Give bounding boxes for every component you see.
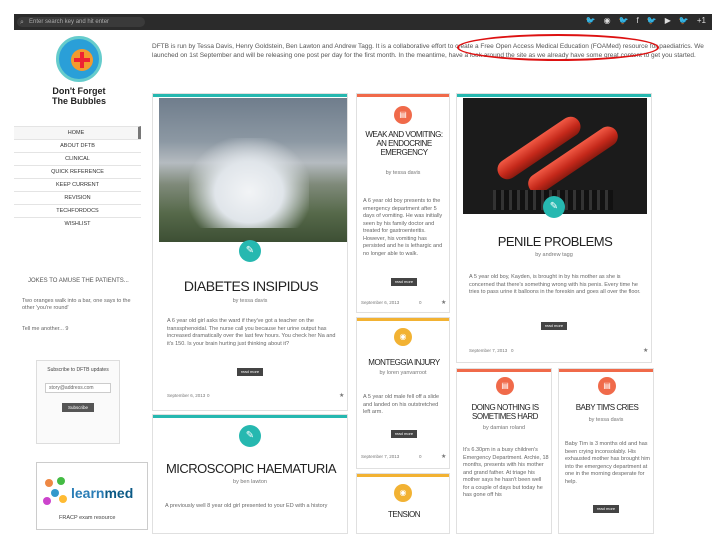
main-nav: HOME ABOUT DFTB CLINICAL QUICK REFERENCE… — [14, 126, 141, 230]
post-excerpt: A 6 year old boy presents to the emergen… — [363, 198, 443, 257]
document-icon: ▤ — [496, 377, 514, 395]
read-more-button[interactable]: read more — [237, 368, 263, 376]
post-card-penile[interactable]: ✎ PENILE PROBLEMS by andrew tagg A 5 yea… — [456, 93, 652, 363]
post-date: September 6, 2013 — [167, 393, 206, 398]
comment-count[interactable]: 0 — [419, 300, 422, 305]
post-card-weak-vomiting[interactable]: ▤ WEAK AND VOMITING: AN ENDOCRINE EMERGE… — [356, 93, 450, 313]
image-icon: ◉ — [394, 484, 412, 502]
learnmed-logo-a: learn — [71, 485, 105, 501]
joke-more-link[interactable]: Tell me another... 9 — [22, 326, 68, 332]
post-excerpt: A previously well 8 year old girl presen… — [165, 503, 328, 509]
post-excerpt: Baby Tim is 3 months old and has been cr… — [565, 441, 650, 485]
google-plus-icon[interactable]: +1 — [697, 16, 706, 25]
nav-item-home[interactable]: HOME — [14, 126, 141, 139]
learnmed-subtitle: FRACP exam resource — [59, 515, 116, 521]
learnmed-logo-b: med — [104, 485, 134, 501]
star-icon[interactable]: ★ — [643, 347, 648, 354]
logo-line1: Don't Forget — [52, 86, 106, 96]
subscribe-heading: Subscribe to DFTB updates — [47, 367, 109, 373]
post-author[interactable]: by andrew tagg — [457, 252, 651, 258]
twitter-icon[interactable]: 🐦 — [586, 16, 596, 25]
link-icon: ✎ — [239, 240, 261, 262]
twitter-icon[interactable]: 🐦 — [679, 16, 689, 25]
subscribe-box: Subscribe to DFTB updates story@address.… — [36, 360, 120, 444]
logo-icon[interactable] — [56, 36, 102, 82]
highlight-oval — [457, 34, 659, 61]
read-more-button[interactable]: read more — [391, 278, 417, 286]
link-icon: ✎ — [543, 196, 565, 218]
post-title[interactable]: PENILE PROBLEMS — [457, 234, 653, 249]
nav-item-keep-current[interactable]: KEEP CURRENT — [14, 178, 141, 191]
comment-count[interactable]: 0 — [511, 348, 514, 353]
email-field[interactable]: story@address.com — [45, 383, 111, 393]
post-excerpt: A 6 year old girl asks the ward if they'… — [167, 318, 336, 347]
search-placeholder: Enter search key and hit enter — [29, 19, 110, 25]
star-icon[interactable]: ★ — [339, 392, 344, 399]
post-card-baby-tim[interactable]: ▤ BABY TIM'S CRIES by tessa davis Baby T… — [558, 368, 654, 534]
comment-count[interactable]: 0 — [419, 454, 422, 459]
joke-text: Two oranges walk into a bar, one says to… — [22, 298, 131, 311]
post-excerpt: A 5 year old male fell off a slide and l… — [363, 394, 440, 415]
post-date: September 7, 2013 — [361, 454, 400, 459]
post-card-monteggia[interactable]: ◉ MONTEGGIA INJURY by loren yanvarroot A… — [356, 317, 450, 469]
star-icon[interactable]: ★ — [441, 299, 446, 306]
nav-item-about[interactable]: ABOUT DFTB — [14, 139, 141, 152]
top-bar: ⌕ Enter search key and hit enter 🐦 ◉ 🐦 f … — [14, 14, 712, 30]
post-author[interactable]: by tessa davis — [153, 298, 347, 304]
document-icon: ▤ — [598, 377, 616, 395]
post-date: September 6, 2013 — [361, 300, 400, 305]
image-icon: ◉ — [394, 328, 412, 346]
read-more-button[interactable]: read more — [391, 430, 417, 438]
nav-item-wishlist[interactable]: WISHLIST — [14, 217, 141, 230]
post-title[interactable]: WEAK AND VOMITING: AN ENDOCRINE EMERGENC… — [361, 130, 447, 157]
twitter-icon[interactable]: 🐦 — [619, 16, 629, 25]
post-title[interactable]: DOING NOTHING IS SOMETIMES HARD — [459, 403, 551, 421]
post-card-tension[interactable]: ◉ TENSION — [356, 473, 450, 534]
post-title[interactable]: DIABETES INSIPIDUS — [153, 278, 349, 294]
waterfall-image — [159, 98, 347, 242]
read-more-button[interactable]: read more — [541, 322, 567, 330]
nav-item-revision[interactable]: REVISION — [14, 191, 141, 204]
social-links: 🐦 ◉ 🐦 f 🐦 ▶ 🐦 +1 — [586, 16, 706, 25]
learnmed-logo-icon — [43, 477, 71, 507]
post-title[interactable]: BABY TIM'S CRIES — [561, 403, 653, 412]
learnmed-logo-text: learnmed — [71, 485, 133, 501]
logo-line2: The Bubbles — [51, 96, 106, 106]
post-card-doing-nothing[interactable]: ▤ DOING NOTHING IS SOMETIMES HARD by dam… — [456, 368, 552, 534]
comment-count[interactable]: 0 — [207, 393, 210, 398]
post-card-diabetes[interactable]: ✎ DIABETES INSIPIDUS by tessa davis A 6 … — [152, 93, 348, 411]
youtube-icon[interactable]: ▶ — [665, 16, 671, 25]
post-excerpt: It's 6.30pm in a busy children's Emergen… — [463, 447, 549, 498]
post-title[interactable]: MONTEGGIA INJURY — [357, 358, 451, 367]
nav-item-clinical[interactable]: CLINICAL — [14, 152, 141, 165]
subscribe-button[interactable]: Subscribe — [62, 403, 94, 412]
post-author[interactable]: by ben lawton — [153, 479, 347, 485]
document-icon: ▤ — [394, 106, 412, 124]
post-card-haematuria[interactable]: ✎ MICROSCOPIC HAEMATURIA by ben lawton A… — [152, 414, 348, 534]
facebook-icon[interactable]: f — [637, 16, 639, 25]
learnmed-banner[interactable]: learnmed FRACP exam resource — [36, 462, 148, 530]
jokes-heading: JOKES TO AMUSE THE PATIENTS... — [28, 278, 129, 284]
link-icon: ✎ — [239, 425, 261, 447]
post-author[interactable]: by loren yanvarroot — [357, 370, 449, 376]
read-more-button[interactable]: read more — [593, 505, 619, 513]
post-title[interactable]: MICROSCOPIC HAEMATURIA — [153, 461, 349, 476]
post-author[interactable]: by tessa davis — [357, 170, 449, 176]
star-icon[interactable]: ★ — [441, 453, 446, 460]
nav-item-quick-reference[interactable]: QUICK REFERENCE — [14, 165, 141, 178]
post-title[interactable]: TENSION — [357, 510, 451, 519]
search-icon: ⌕ — [20, 19, 24, 26]
sidebar: Don't Forget The Bubbles HOME ABOUT DFTB … — [14, 30, 148, 530]
twitter-icon[interactable]: 🐦 — [647, 16, 657, 25]
nav-item-techfordocs[interactable]: TECHFORDOCS — [14, 204, 141, 217]
search-input[interactable]: ⌕ Enter search key and hit enter — [17, 17, 145, 27]
post-author[interactable]: by damian roland — [457, 425, 551, 431]
rss-icon[interactable]: ◉ — [604, 16, 611, 25]
site-logo-text[interactable]: Don't Forget The Bubbles — [44, 86, 114, 106]
post-author[interactable]: by tessa davis — [559, 417, 653, 423]
post-excerpt: A 5 year old boy, Kayden, is brought in … — [469, 274, 641, 295]
post-date: September 7, 2013 — [469, 348, 508, 353]
